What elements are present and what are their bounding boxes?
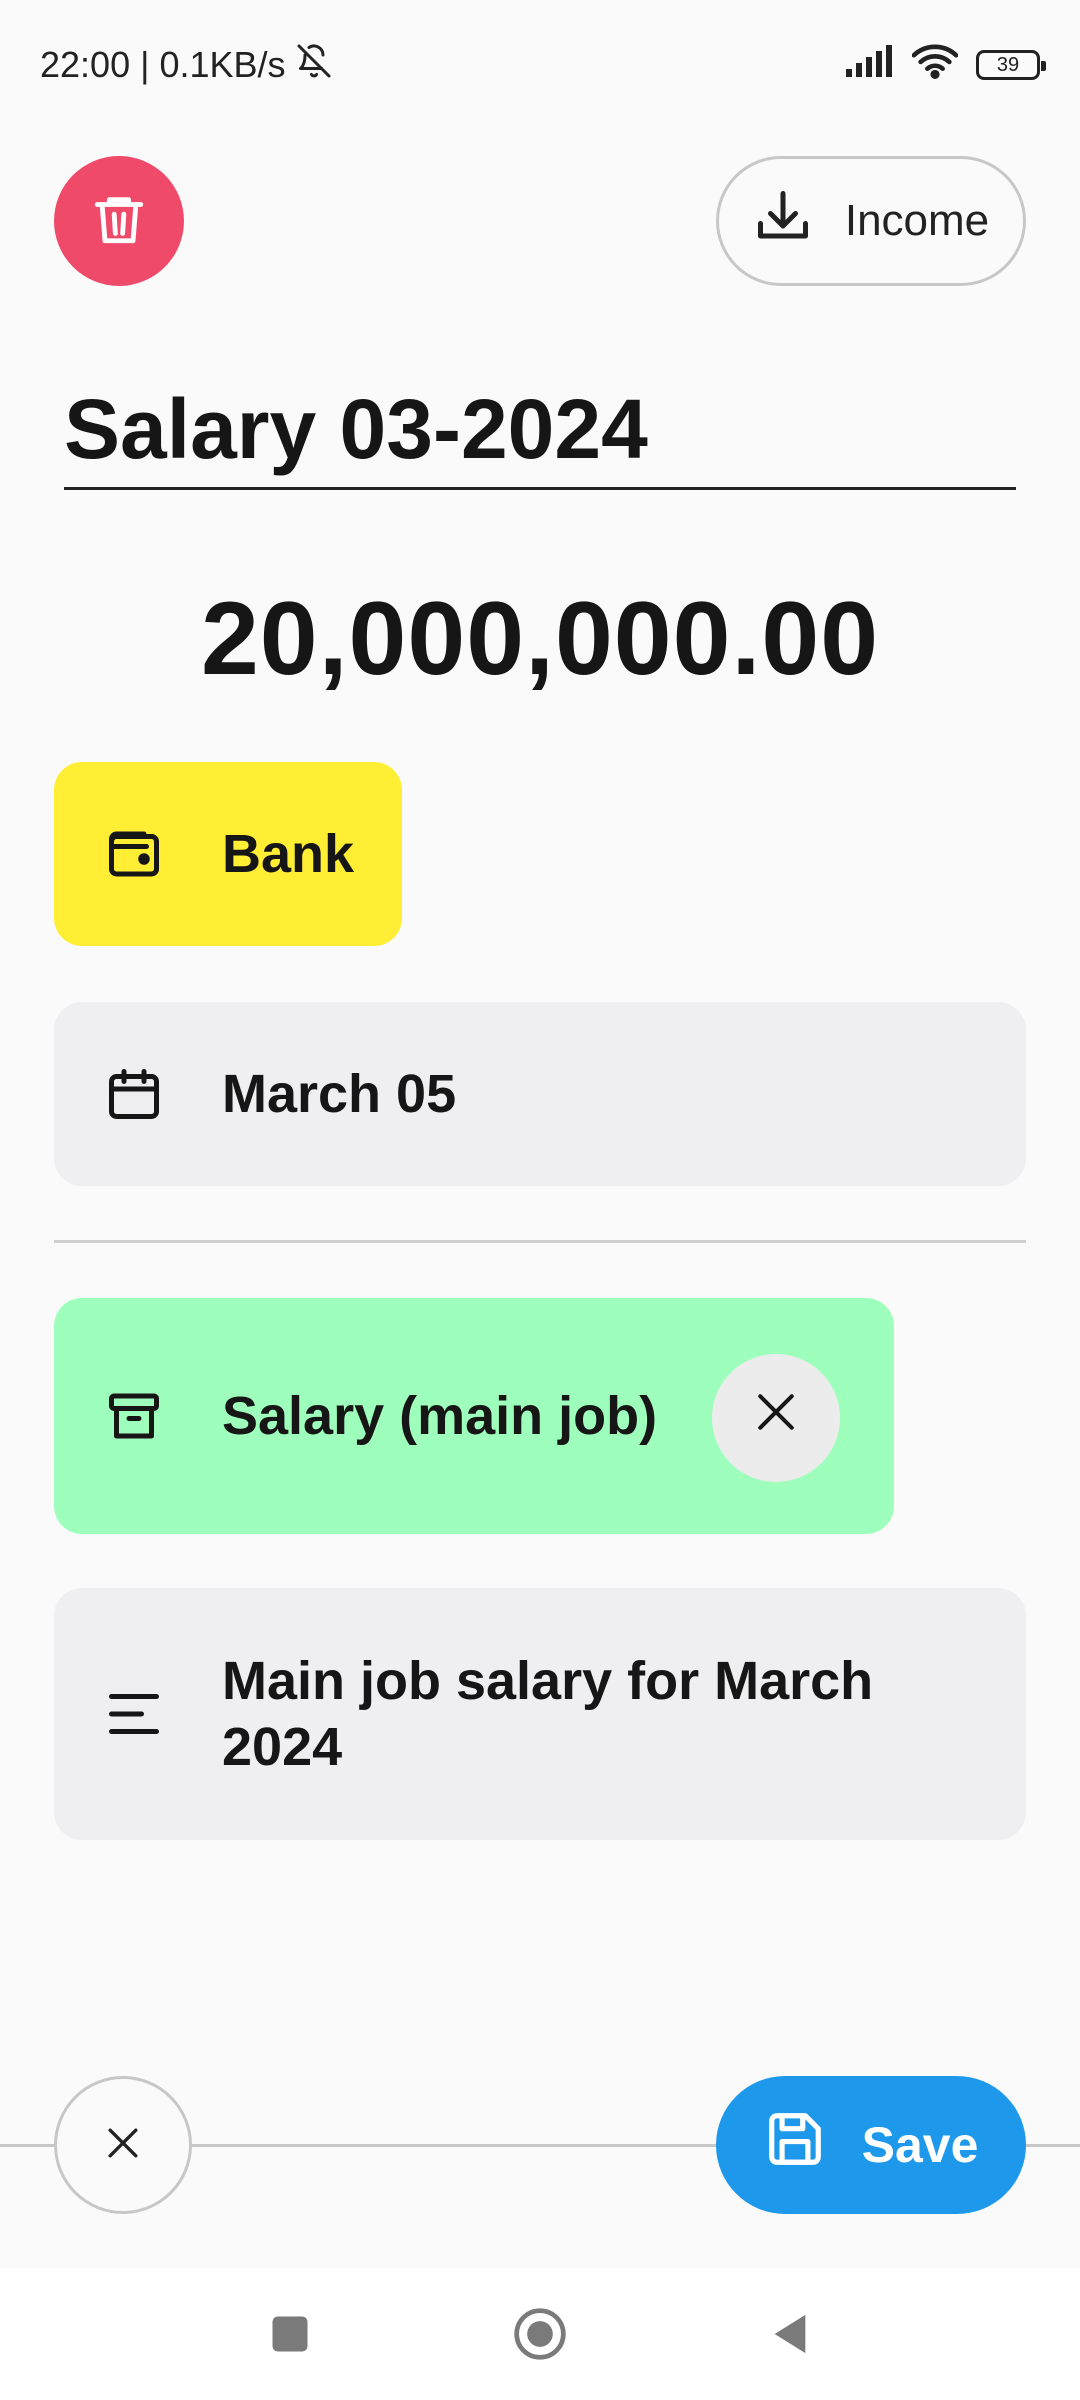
account-selector[interactable]: Bank — [54, 762, 402, 946]
close-icon — [101, 2121, 145, 2170]
transaction-type-label: Income — [844, 196, 990, 245]
status-net-speed: 0.1KB/s — [159, 44, 286, 85]
back-icon[interactable] — [762, 2306, 818, 2362]
archive-box-icon — [102, 1384, 166, 1448]
category-label: Salary (main job) — [222, 1386, 658, 1446]
date-label: March 05 — [222, 1064, 457, 1124]
calendar-icon — [102, 1062, 166, 1126]
trash-icon — [90, 189, 148, 254]
note-label: Main job salary for March 2024 — [222, 1651, 874, 1777]
title-input[interactable]: Salary 03-2024 — [64, 372, 1016, 490]
status-right: 39 — [846, 43, 1046, 88]
status-separator: | — [140, 44, 150, 85]
category-clear-button[interactable] — [712, 1354, 840, 1482]
date-selector[interactable]: March 05 — [54, 1002, 1026, 1186]
divider — [54, 1240, 1026, 1243]
home-icon[interactable] — [512, 2306, 568, 2362]
category-selector[interactable]: Salary (main job) — [54, 1298, 894, 1534]
amount-display[interactable]: 20,000,000.00 — [0, 580, 1080, 699]
battery-level: 39 — [996, 53, 1020, 76]
floppy-disk-icon — [764, 2108, 826, 2182]
wifi-icon — [911, 43, 959, 88]
save-button[interactable]: Save — [716, 2076, 1026, 2214]
status-bar: 22:00 | 0.1KB/s 39 — [0, 0, 1080, 130]
text-lines-icon — [102, 1682, 166, 1746]
status-left: 22:00 | 0.1KB/s — [40, 43, 332, 88]
account-label: Bank — [222, 824, 355, 884]
save-label: Save — [861, 2117, 979, 2173]
recents-icon[interactable] — [262, 2306, 318, 2362]
download-icon — [753, 186, 813, 257]
battery-icon: 39 — [976, 50, 1046, 80]
status-time: 22:00 — [40, 44, 131, 85]
delete-button[interactable] — [54, 156, 184, 286]
mute-bell-icon — [296, 43, 332, 88]
note-field[interactable]: Main job salary for March 2024 — [54, 1588, 1026, 1840]
close-icon — [749, 1385, 803, 1452]
transaction-type-button[interactable]: Income — [716, 156, 1026, 286]
signal-icon — [846, 44, 894, 86]
wallet-icon — [102, 822, 166, 886]
close-button[interactable] — [54, 2076, 192, 2214]
